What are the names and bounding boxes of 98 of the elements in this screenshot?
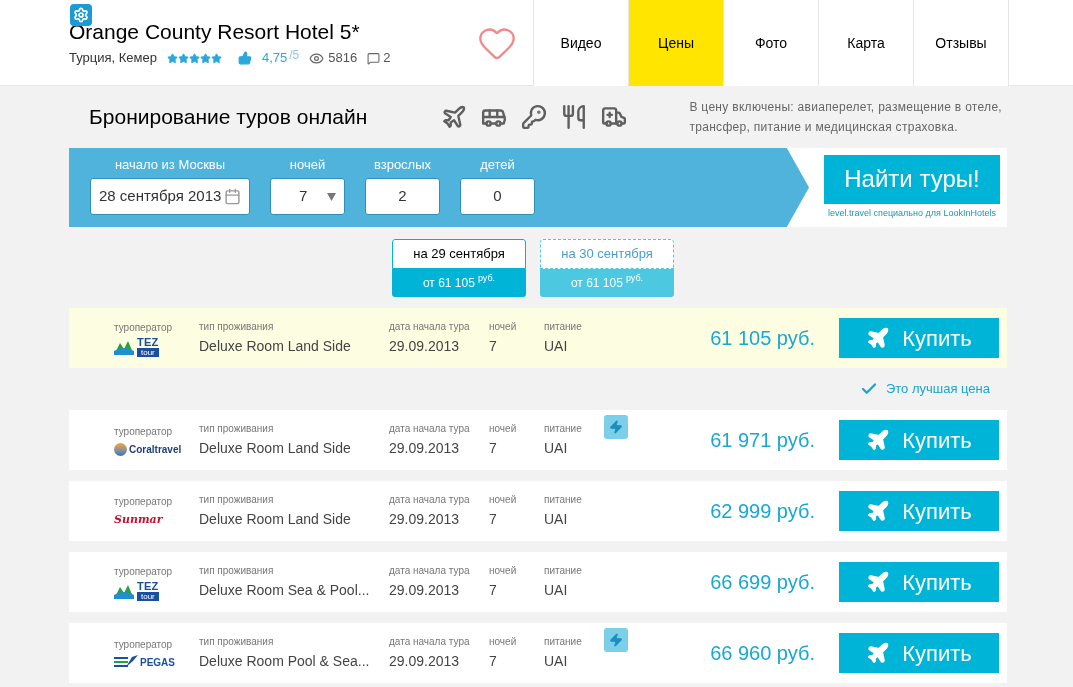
column-label: дата начала тура: [389, 635, 471, 649]
room-type: Deluxe Room Land Side: [199, 337, 352, 356]
meal-value: UAI: [544, 510, 569, 529]
nights-value: 7: [489, 581, 498, 600]
meal-value: UAI: [544, 337, 569, 356]
plane-icon: [866, 570, 891, 594]
tour-date: 29.09.2013: [389, 510, 461, 529]
column-label: ночей: [489, 422, 518, 436]
star-icon: [177, 52, 189, 64]
offer-price: 61 971 руб.: [710, 428, 815, 453]
column-label: ночей: [489, 320, 518, 334]
column-label: тип проживания: [199, 493, 275, 507]
rating-max: /5: [289, 47, 300, 65]
tour-date: 29.09.2013: [389, 439, 461, 458]
operator-logo: TEZ tour: [114, 338, 199, 356]
field-label: детей: [480, 155, 515, 174]
meal-value: UAI: [544, 581, 569, 600]
column-label: тип проживания: [199, 422, 275, 436]
meal-value: UAI: [544, 652, 569, 671]
offer-price: 66 960 руб.: [710, 641, 815, 666]
operator-logo: TEZ tour: [114, 582, 199, 600]
offer-price: 66 699 руб.: [710, 570, 815, 595]
star-icon: [166, 52, 178, 64]
column-label: тип проживания: [199, 635, 275, 649]
cutlery-icon: [561, 104, 588, 130]
thumbs-up-icon: [237, 51, 252, 65]
column-label: питание: [544, 422, 583, 436]
eye-icon: [309, 50, 325, 66]
column-label: туроператор: [114, 494, 174, 509]
comments-count: 2: [383, 49, 391, 68]
operator-logo: Sunmar: [114, 511, 164, 528]
column-label: туроператор: [114, 637, 174, 652]
input-field[interactable]: 0: [460, 178, 535, 215]
plane-icon: [866, 499, 891, 523]
field-label: начало из Москвы: [114, 155, 226, 174]
column-label: ночей: [489, 564, 518, 578]
comment-icon: [367, 51, 381, 65]
offer-price: 61 105 руб.: [710, 326, 815, 351]
room-type: Deluxe Room Land Side: [199, 510, 352, 529]
column-label: туроператор: [114, 424, 174, 439]
column-label: питание: [544, 320, 583, 334]
input-field[interactable]: 2: [365, 178, 440, 215]
star-icon: [210, 52, 222, 64]
included-note: В цену включены: авиаперелет, размещение в отеле, трансфер, питание и медицинская страховка.: [689, 99, 1003, 136]
nav-tab[interactable]: Карта: [818, 0, 913, 86]
partner-note: level.travel специально для LookInHotels: [828, 206, 996, 220]
tour-date: 29.09.2013: [389, 337, 461, 356]
column-label: туроператор: [114, 565, 174, 579]
field-label: ночей: [289, 155, 326, 174]
calendar-icon[interactable]: [224, 188, 241, 205]
column-label: питание: [544, 493, 583, 507]
meal-value: UAI: [544, 439, 569, 458]
plane-icon: [866, 641, 891, 665]
column-label: тип проживания: [199, 320, 275, 334]
ambulance-icon: [601, 104, 628, 130]
offer-price: 62 999 руб.: [710, 499, 815, 524]
hotel-location: Турция, Кемер: [69, 49, 157, 68]
column-label: тип проживания: [199, 564, 275, 578]
plane-icon: [441, 104, 468, 130]
operator-logo: PEGAS: [114, 654, 199, 670]
caret-icon: [327, 192, 336, 201]
operator-logo: Coraltravel: [114, 441, 199, 457]
column-label: туроператор: [114, 321, 174, 335]
nights-value: 7: [489, 439, 498, 458]
nav-tab[interactable]: Отзывы: [913, 0, 1008, 86]
plane-icon: [866, 428, 891, 452]
field-label: взрослых: [373, 155, 432, 174]
best-price-note: Это лучшая цена: [885, 380, 990, 399]
room-type: Deluxe Room Sea & Pool...: [199, 581, 371, 600]
date-field[interactable]: 28 сентября 2013: [90, 178, 250, 215]
column-label: ночей: [489, 493, 518, 507]
plane-icon: [866, 326, 891, 350]
nav-tab[interactable]: Фото: [723, 0, 818, 86]
column-label: дата начала тура: [389, 320, 471, 334]
star-icon: [199, 52, 211, 64]
nights-value: 7: [489, 510, 498, 529]
nights-value: 7: [489, 652, 498, 671]
column-label: питание: [544, 635, 583, 649]
tour-date: 29.09.2013: [389, 652, 461, 671]
column-label: дата начала тура: [389, 493, 471, 507]
column-label: дата начала тура: [389, 564, 471, 578]
key-icon: [521, 104, 548, 130]
nights-value: 7: [489, 337, 498, 356]
column-label: питание: [544, 564, 583, 578]
hotel-title: Orange County Resort Hotel 5*: [69, 21, 361, 43]
booking-title: Бронирование туров онлайн: [88, 104, 369, 131]
nav-tab[interactable]: Видео: [533, 0, 628, 86]
tour-date: 29.09.2013: [389, 581, 461, 600]
nights-select[interactable]: 7: [270, 178, 345, 215]
room-type: Deluxe Room Pool & Sea...: [199, 652, 371, 671]
column-label: ночей: [489, 635, 518, 649]
column-label: дата начала тура: [389, 422, 471, 436]
settings-icon[interactable]: [70, 4, 92, 26]
room-type: Deluxe Room Land Side: [199, 439, 352, 458]
rating-value: 4,75: [261, 49, 288, 68]
star-icon: [188, 52, 200, 64]
views-count: 5816: [328, 49, 358, 68]
nav-tab[interactable]: Цены: [628, 0, 723, 86]
